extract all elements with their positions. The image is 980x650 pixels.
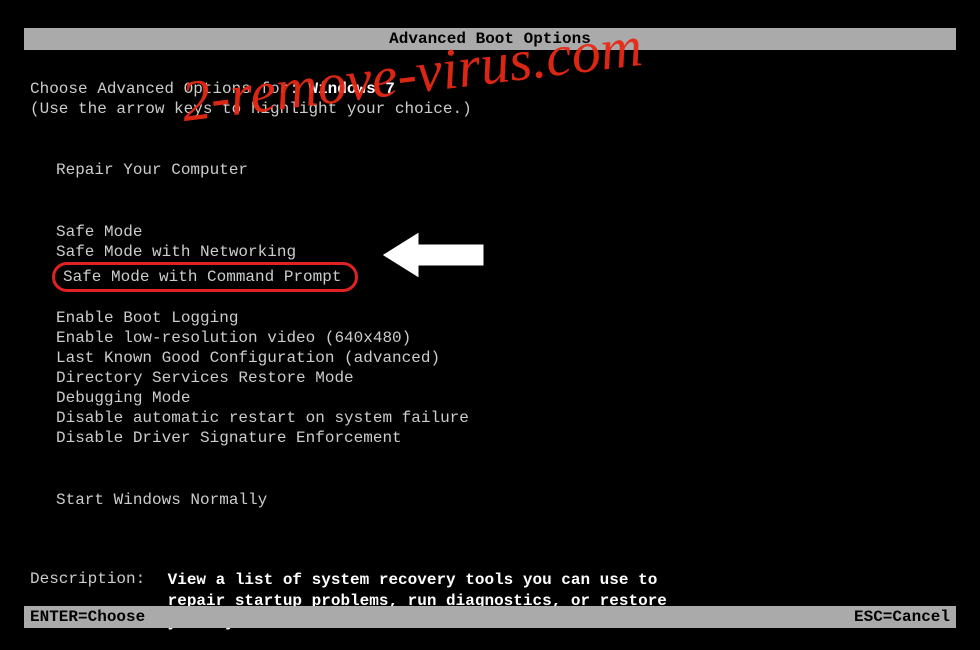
advanced-options-group: Enable Boot LoggingEnable low-resolution… [52,308,950,448]
start-normally-group: Start Windows Normally [52,490,950,510]
choose-prompt: Choose Advanced Options for: Windows 7 [30,80,950,98]
safe-mode-group: Safe ModeSafe Mode with NetworkingSafe M… [52,222,950,292]
hint-text: (Use the arrow keys to highlight your ch… [30,100,950,118]
boot-option[interactable]: Safe Mode with Networking [52,242,300,262]
boot-option[interactable]: Directory Services Restore Mode [52,368,358,388]
boot-option[interactable]: Start Windows Normally [52,490,271,510]
boot-option[interactable]: Disable automatic restart on system fail… [52,408,473,428]
boot-option-highlighted[interactable]: Safe Mode with Command Prompt [52,262,358,292]
boot-option[interactable]: Enable low-resolution video (640x480) [52,328,415,348]
description-label: Description: [30,570,158,588]
footer-esc: ESC=Cancel [854,608,950,626]
os-name: Windows 7 [308,80,394,98]
main-content: Choose Advanced Options for: Windows 7 (… [30,80,950,632]
boot-option[interactable]: Debugging Mode [52,388,194,408]
boot-option[interactable]: Disable Driver Signature Enforcement [52,428,406,448]
title-bar: Advanced Boot Options [24,28,956,50]
footer-enter: ENTER=Choose [30,608,145,626]
boot-option[interactable]: Enable Boot Logging [52,308,242,328]
repair-section: Repair Your Computer [52,160,950,180]
option-repair-computer[interactable]: Repair Your Computer [52,160,252,180]
boot-option[interactable]: Safe Mode [52,222,146,242]
window-title: Advanced Boot Options [389,30,591,48]
footer-bar: ENTER=Choose ESC=Cancel [24,606,956,628]
boot-option[interactable]: Last Known Good Configuration (advanced) [52,348,444,368]
